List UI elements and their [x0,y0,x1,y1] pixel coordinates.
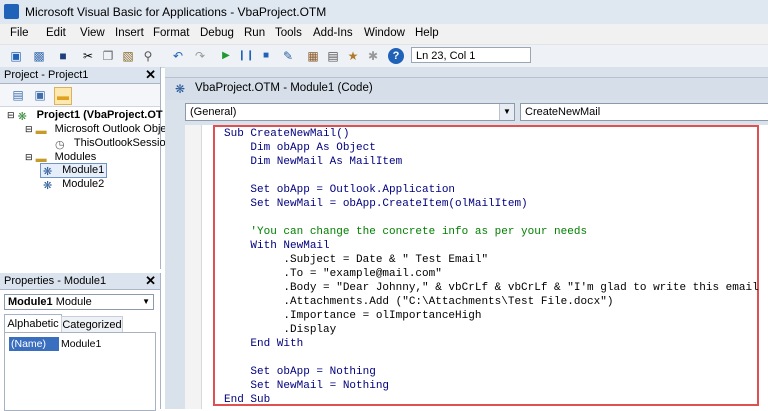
code-line[interactable]: Set obApp = Nothing [224,366,375,378]
project-pane-header: Project - Project1 ✕ [0,67,160,84]
copy-icon[interactable]: ❐ [100,48,116,64]
menu-view[interactable]: View [80,27,105,39]
menu-insert[interactable]: Insert [115,27,144,39]
project-icon: ❋ [17,111,27,123]
chevron-down-icon: ▼ [499,104,514,120]
property-value-cell[interactable]: Module1 [61,337,101,351]
redo-icon[interactable]: ↷ [192,48,208,64]
insert-module-icon[interactable]: ▩ [31,48,47,64]
view-code-icon[interactable]: ▤ [10,87,26,103]
window-title: Microsoft Visual Basic for Applications … [25,5,327,19]
view-object-icon[interactable]: ▣ [32,87,48,103]
cursor-position-readout: Ln 23, Col 1 [411,47,531,63]
find-icon[interactable]: ⚲ [140,48,156,64]
code-line[interactable]: With NewMail [224,240,329,252]
undo-icon[interactable]: ↶ [170,48,186,64]
menu-bar: File Edit View Insert Format Debug Run T… [0,24,768,45]
code-line[interactable]: .Body = "Dear Johnny," & vbCrLf & vbCrLf… [224,282,758,294]
properties-window-icon[interactable]: ▤ [325,48,341,64]
close-icon[interactable]: ✕ [145,67,156,83]
object-combo[interactable]: (General) ▼ [185,103,515,121]
menu-edit[interactable]: Edit [46,27,66,39]
menu-addins[interactable]: Add-Ins [313,27,353,39]
reset-icon[interactable]: ■ [258,48,274,64]
project-explorer-pane: Project - Project1 ✕ ▤ ▣ ▬ ⊟ ❋ Project1 … [0,67,175,269]
code-line[interactable]: Dim obApp As Object [224,142,375,154]
object-browser-icon[interactable]: ★ [345,48,361,64]
property-grid: (Name) Module1 [4,332,156,411]
code-line[interactable]: End With [224,338,303,350]
save-icon[interactable]: ■ [55,48,71,64]
chevron-down-icon: ▼ [142,297,150,306]
module-icon: ❋ [43,180,53,192]
properties-pane: Properties - Module1 ✕ Module1 Module ▼ … [0,273,161,411]
tree-item-thisoutlooksession[interactable]: ◷ ThisOutlookSession [55,137,172,151]
code-margin [185,125,202,409]
code-window-title: VbaProject.OTM - Module1 (Code) [195,82,373,94]
standard-toolbar: ▣ ▩ ■ ✂ ❐ ▧ ⚲ ↶ ↷ ▶ ❙❙ ■ ✎ ▦ ▤ ★ ✱ ? Ln … [0,45,768,68]
code-line[interactable]: .Subject = Date & " Test Email" [224,254,488,266]
menu-format[interactable]: Format [153,27,189,39]
menu-run[interactable]: Run [244,27,265,39]
class-module-icon: ◷ [55,139,65,151]
object-selector[interactable]: Module1 Module ▼ [4,294,154,310]
toggle-folders-icon[interactable]: ▬ [54,87,72,105]
module-icon: ❋ [43,166,53,178]
code-editor[interactable]: Sub CreateNewMail() Dim obApp As Object … [185,125,768,409]
close-icon[interactable]: ✕ [145,273,156,289]
code-line[interactable]: .Display [224,324,336,336]
code-line[interactable]: .To = "example@mail.com" [224,268,441,280]
project-pane-title: Project - Project1 [4,69,89,81]
design-mode-icon[interactable]: ✎ [280,48,296,64]
module-icon: ❋ [175,82,186,96]
view-host-icon[interactable]: ▣ [8,48,24,64]
code-line[interactable]: 'You can change the concrete info as per… [224,226,587,238]
menu-debug[interactable]: Debug [200,27,234,39]
toolbox-icon[interactable]: ✱ [365,48,381,64]
code-line[interactable]: End Sub [224,394,270,406]
folder-icon: ▬ [35,125,47,137]
tree-item-module2[interactable]: ❋ Module2 [43,178,104,192]
property-name-cell[interactable]: (Name) [9,337,59,351]
code-line[interactable]: Set NewMail = Nothing [224,380,389,392]
menu-window[interactable]: Window [364,27,405,39]
properties-pane-header: Properties - Module1 ✕ [0,273,160,290]
code-line[interactable]: Dim NewMail As MailItem [224,156,402,168]
code-line[interactable]: Sub CreateNewMail() [224,128,349,140]
project-explorer-icon[interactable]: ▦ [305,48,321,64]
vba-app-icon [4,4,19,19]
project-pane-toolbar: ▤ ▣ ▬ [0,84,160,107]
window-titlebar: Microsoft Visual Basic for Applications … [0,0,768,24]
tree-item-module1[interactable]: ❋ Module1 [40,163,108,178]
code-line[interactable]: .Attachments.Add ("C:\Attachments\Test F… [224,296,613,308]
procedure-combo[interactable]: CreateNewMail [520,103,768,121]
run-icon[interactable]: ▶ [218,48,234,64]
help-icon[interactable]: ? [388,48,404,64]
menu-help[interactable]: Help [415,27,439,39]
cut-icon[interactable]: ✂ [80,48,96,64]
properties-pane-title: Properties - Module1 [4,275,107,287]
code-line[interactable]: .Importance = olImportanceHigh [224,310,481,322]
tree-item-outlook-objects[interactable]: ⊟ ▬ Microsoft Outlook Object [25,123,175,137]
code-line[interactable]: Set obApp = Outlook.Application [224,184,455,196]
menu-file[interactable]: File [10,27,29,39]
tree-item-project[interactable]: ⊟ ❋ Project1 (VbaProject.OT [7,109,163,123]
tab-alphabetic[interactable]: Alphabetic [4,314,62,333]
break-icon[interactable]: ❙❙ [238,48,255,64]
code-line[interactable]: Set NewMail = obApp.CreateItem(olMailIte… [224,198,527,210]
menu-tools[interactable]: Tools [275,27,302,39]
code-window-titlebar: ❋ VbaProject.OTM - Module1 (Code) [165,77,768,100]
code-window: ❋ VbaProject.OTM - Module1 (Code) (Gener… [165,67,768,409]
paste-icon[interactable]: ▧ [120,48,136,64]
